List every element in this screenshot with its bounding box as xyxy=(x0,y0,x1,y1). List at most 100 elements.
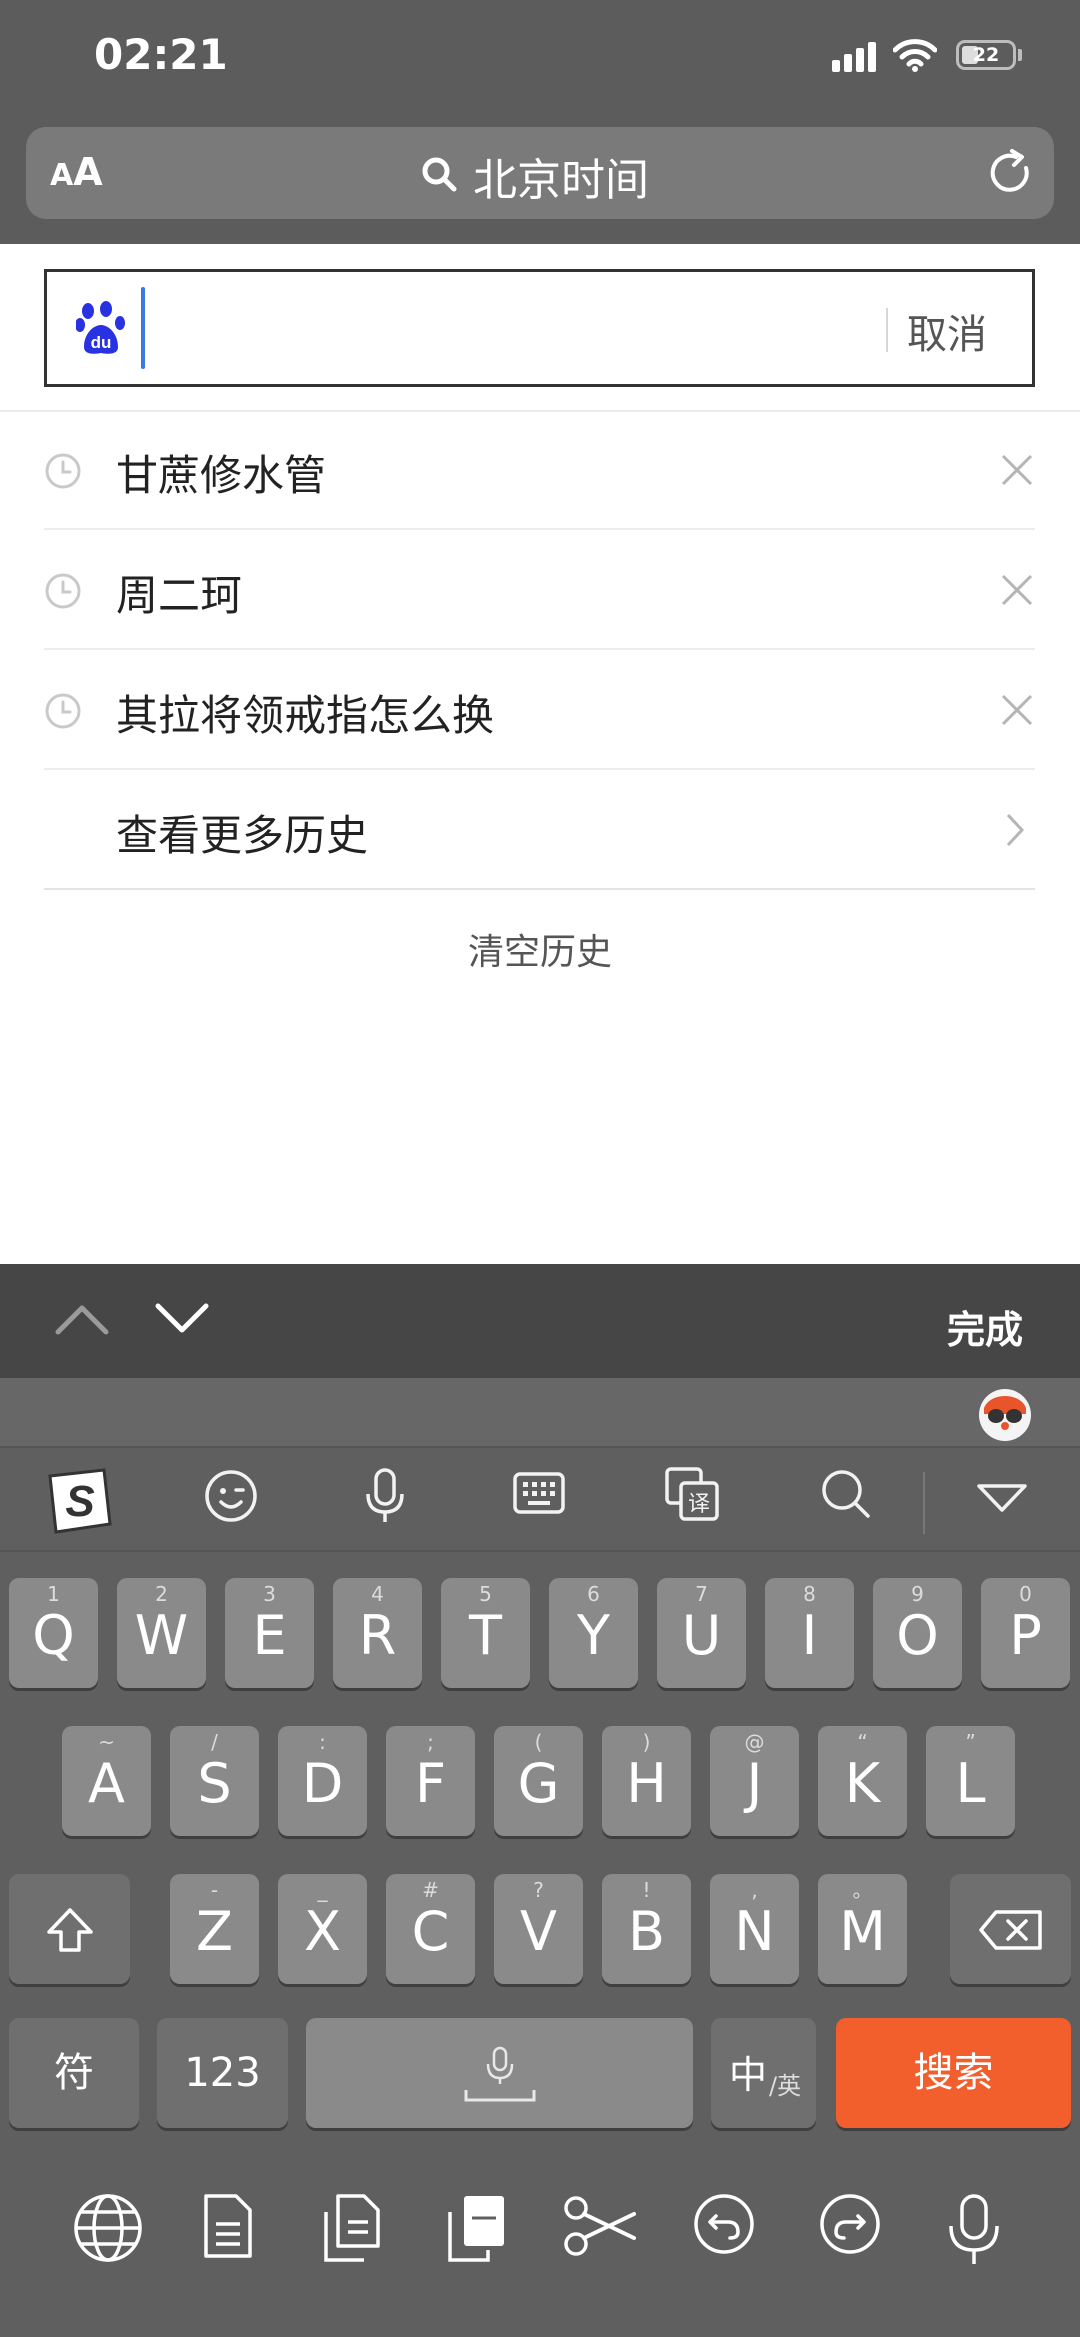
search-key[interactable]: 搜索 xyxy=(836,2018,1071,2128)
divider xyxy=(44,648,1035,650)
close-icon[interactable] xyxy=(999,692,1035,728)
keyboard-candidate-bar xyxy=(0,1378,1080,1446)
key-a[interactable]: ~ A xyxy=(62,1726,151,1836)
battery-icon: 22 xyxy=(956,40,1016,70)
key-y[interactable]: 6Y xyxy=(549,1578,638,1688)
key-l[interactable]: ” L xyxy=(926,1726,1015,1836)
cancel-divider xyxy=(886,308,888,352)
key-n[interactable]: ,N xyxy=(710,1874,799,1984)
microphone-icon[interactable] xyxy=(362,1466,408,1526)
baidu-paw-icon: du xyxy=(76,301,125,354)
space-voice-icon xyxy=(464,2046,536,2102)
battery-nub xyxy=(1018,49,1022,61)
history-item-label: 周二珂 xyxy=(116,571,243,620)
key-f[interactable]: ; F xyxy=(386,1726,475,1836)
clear-history-button[interactable]: 清空历史 xyxy=(0,923,1080,975)
key-c[interactable]: # C xyxy=(386,1874,475,1984)
translate-icon[interactable]: 译 xyxy=(664,1466,722,1524)
copy-icon[interactable] xyxy=(320,2192,384,2264)
close-icon[interactable] xyxy=(999,572,1035,608)
paste-icon[interactable] xyxy=(444,2192,508,2264)
key-b[interactable]: ! B xyxy=(602,1874,691,1984)
shift-key[interactable] xyxy=(9,1874,130,1984)
language-switch-key[interactable]: 中 /英 xyxy=(711,2018,816,2128)
close-icon[interactable] xyxy=(999,452,1035,488)
keyboard-bottom-toolbar xyxy=(0,2160,1080,2337)
clock-icon xyxy=(45,453,81,489)
chevron-right-icon xyxy=(1006,813,1025,847)
clock-icon xyxy=(45,573,81,609)
history-item[interactable]: 周二珂 xyxy=(44,532,1035,650)
key-d[interactable]: :D xyxy=(278,1726,367,1836)
key-o[interactable]: 9O xyxy=(873,1578,962,1688)
text-size-button[interactable]: AA xyxy=(50,150,103,194)
shift-icon xyxy=(47,1908,93,1952)
numbers-key[interactable]: 123 xyxy=(157,2018,288,2128)
history-item[interactable]: 其拉将领戒指怎么换 xyxy=(44,652,1035,770)
space-key[interactable] xyxy=(306,2018,693,2128)
search-icon xyxy=(422,157,457,192)
status-time: 02:21 xyxy=(94,30,228,79)
search-icon[interactable] xyxy=(818,1466,874,1522)
emoji-icon[interactable] xyxy=(203,1466,259,1522)
key-q[interactable]: 1Q xyxy=(9,1578,98,1688)
key-s[interactable]: / S xyxy=(170,1726,259,1836)
key-h[interactable]: ) H xyxy=(602,1726,691,1836)
scissors-icon[interactable] xyxy=(562,2192,638,2260)
key-j[interactable]: @ J xyxy=(710,1726,799,1836)
divider xyxy=(923,1472,925,1534)
sogou-mascot-icon[interactable] xyxy=(978,1388,1032,1442)
more-history-link[interactable]: 查看更多历史 xyxy=(44,770,1035,890)
chevron-down-icon[interactable] xyxy=(154,1302,210,1336)
history-item-label: 其拉将领戒指怎么换 xyxy=(116,691,495,740)
key-m[interactable]: 。 M xyxy=(818,1874,907,1984)
history-item-label: 甘蔗修水管 xyxy=(116,451,327,500)
keyboard-icon[interactable] xyxy=(512,1466,566,1520)
clock-icon xyxy=(45,693,81,729)
key-z[interactable]: -Z xyxy=(170,1874,259,1984)
key-i[interactable]: 8I xyxy=(765,1578,854,1688)
cancel-button[interactable]: 取消 xyxy=(907,302,987,360)
text-caret xyxy=(141,287,145,369)
svg-text:译: 译 xyxy=(688,1492,710,1517)
numbers-key-label: 123 xyxy=(184,2050,261,2096)
key-u[interactable]: 7U xyxy=(657,1578,746,1688)
battery-level: 22 xyxy=(972,44,1000,66)
symbols-key-label: 符 xyxy=(54,2050,94,2096)
key-e[interactable]: 3E xyxy=(225,1578,314,1688)
svg-text:du: du xyxy=(91,333,112,352)
backspace-key[interactable] xyxy=(950,1874,1071,1984)
globe-icon[interactable] xyxy=(72,2192,144,2264)
microphone-icon[interactable] xyxy=(945,2192,1003,2268)
collapse-keyboard-icon[interactable] xyxy=(976,1482,1028,1514)
search-input[interactable] xyxy=(140,282,870,372)
reload-icon[interactable] xyxy=(986,148,1036,198)
key-g[interactable]: (G xyxy=(494,1726,583,1836)
chevron-up-icon[interactable] xyxy=(54,1302,110,1336)
done-button[interactable]: 完成 xyxy=(947,1299,1023,1354)
undo-icon[interactable] xyxy=(692,2192,756,2256)
key-p[interactable]: 0P xyxy=(981,1578,1070,1688)
svg-text:S: S xyxy=(65,1477,94,1526)
divider xyxy=(0,1550,1080,1552)
language-main-label: 中 xyxy=(729,2053,768,2097)
key-k[interactable]: “K xyxy=(818,1726,907,1836)
key-t[interactable]: 5T xyxy=(441,1578,530,1688)
key-w[interactable]: 2W xyxy=(117,1578,206,1688)
history-item[interactable]: 甘蔗修水管 xyxy=(44,412,1035,530)
sogou-logo-icon[interactable]: S xyxy=(42,1466,116,1536)
key-x[interactable]: _ X xyxy=(278,1874,367,1984)
backspace-icon xyxy=(979,1910,1042,1950)
aa-small-letter: A xyxy=(50,158,74,193)
symbols-key[interactable]: 符 xyxy=(9,2018,139,2128)
document-icon[interactable] xyxy=(200,2192,256,2260)
divider xyxy=(44,888,1035,890)
cellular-signal-icon xyxy=(832,42,876,72)
address-bar-text[interactable]: 北京时间 xyxy=(473,144,649,208)
key-r[interactable]: 4R xyxy=(333,1578,422,1688)
redo-icon[interactable] xyxy=(818,2192,882,2256)
key-v[interactable]: ? V xyxy=(494,1874,583,1984)
aa-big-letter: A xyxy=(73,150,103,194)
search-key-label: 搜索 xyxy=(913,2050,994,2096)
wifi-icon xyxy=(893,39,937,72)
